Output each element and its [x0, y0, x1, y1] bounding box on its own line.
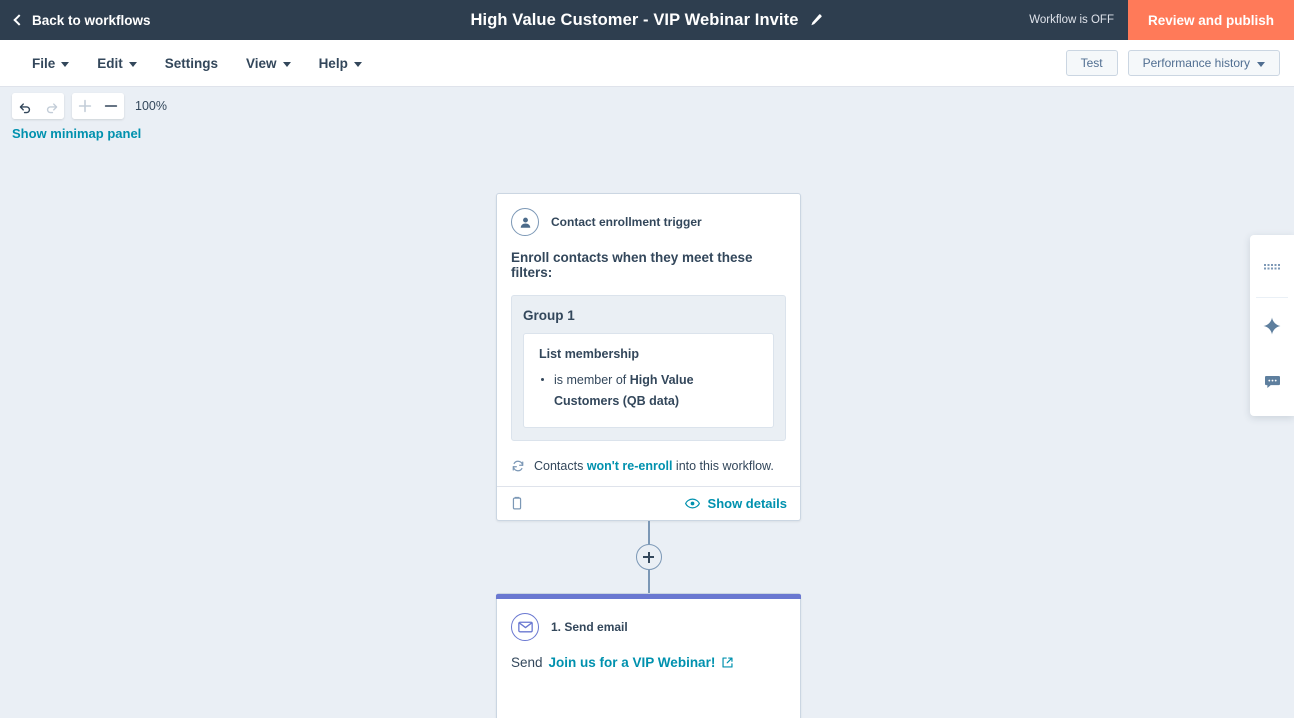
menu-settings[interactable]: Settings — [151, 50, 232, 77]
chevron-left-icon — [13, 14, 25, 26]
canvas-zoom-tools: 100% — [12, 93, 167, 119]
zoom-level-label: 100% — [135, 99, 167, 113]
workflow-canvas[interactable]: 100% Show minimap panel Contact enrollme… — [0, 87, 1294, 718]
reenroll-text: Contacts won't re-enroll into this workf… — [534, 459, 774, 473]
page-title: High Value Customer - VIP Webinar Invite — [470, 10, 799, 29]
right-tool-panel — [1250, 235, 1294, 416]
refresh-icon — [511, 459, 525, 473]
reenroll-suffix: into this workflow. — [672, 459, 774, 474]
apps-grid-button[interactable] — [1250, 241, 1294, 297]
menu-settings-label: Settings — [164, 55, 219, 71]
filter-condition-prefix: is member of — [554, 373, 630, 387]
status-badge: Workflow is OFF — [1029, 14, 1114, 26]
menu-view-label: View — [246, 55, 277, 71]
performance-history-button[interactable]: Performance history — [1127, 50, 1280, 76]
chat-bubble-icon — [1264, 375, 1281, 390]
enrollment-trigger-card[interactable]: Contact enrollment trigger Enroll contac… — [496, 193, 801, 522]
zoom-controls — [72, 93, 124, 119]
menu-file[interactable]: File — [18, 50, 83, 77]
chevron-down-icon — [282, 61, 291, 67]
filter-property-name: List membership — [539, 347, 640, 361]
email-card-spacer — [497, 670, 800, 718]
reenroll-highlight: won't re-enroll — [586, 459, 673, 474]
trigger-card-footer: Show details — [497, 486, 800, 520]
external-link-icon[interactable] — [721, 656, 734, 669]
zoom-out-button[interactable] — [98, 93, 124, 119]
email-name-link[interactable]: Join us for a VIP Webinar! — [549, 655, 716, 670]
connector-1 — [496, 521, 801, 594]
connector-line — [647, 570, 650, 594]
menu-bar: File Edit Settings View Help Test Perfor… — [0, 40, 1294, 87]
back-to-workflows-link[interactable]: Back to workflows — [0, 13, 151, 28]
show-minimap-link[interactable]: Show minimap panel — [12, 126, 141, 141]
menu-help[interactable]: Help — [305, 50, 376, 77]
redo-button[interactable] — [38, 93, 64, 119]
filter-condition-item: is member of High Value Customers (QB da… — [539, 370, 758, 411]
filter-condition-list: is member of High Value Customers (QB da… — [539, 370, 758, 411]
connector-line — [647, 521, 650, 545]
chevron-down-icon — [128, 61, 137, 67]
email-card-header: 1. Send email — [497, 599, 800, 642]
contact-person-icon — [511, 208, 539, 236]
pencil-icon[interactable] — [808, 13, 823, 28]
reenroll-prefix: Contacts — [534, 459, 587, 474]
chevron-down-icon — [353, 61, 362, 67]
trigger-show-details-label: Show details — [707, 496, 787, 512]
top-bar: Back to workflows High Value Customer - … — [0, 0, 1294, 40]
ai-assistant-button[interactable] — [1250, 298, 1294, 354]
undo-button[interactable] — [12, 93, 38, 119]
zoom-in-button[interactable] — [72, 93, 98, 119]
chat-button[interactable] — [1250, 354, 1294, 410]
chevron-down-icon — [61, 61, 70, 67]
chevron-down-icon — [1257, 61, 1265, 67]
back-to-workflows-label: Back to workflows — [32, 12, 151, 28]
top-bar-right: Workflow is OFF Review and publish — [1029, 0, 1294, 40]
filter-criterion[interactable]: List membership is member of High Value … — [523, 333, 774, 429]
envelope-icon — [511, 613, 539, 642]
menu-view[interactable]: View — [232, 50, 305, 77]
test-button[interactable]: Test — [1065, 50, 1118, 76]
trigger-footer-actions — [510, 496, 524, 511]
trigger-filters-label: Enroll contacts when they meet these fil… — [511, 250, 753, 280]
trigger-card-header: Contact enrollment trigger — [497, 194, 800, 236]
menu-help-label: Help — [318, 55, 348, 71]
filter-group-title: Group 1 — [523, 308, 575, 323]
history-controls — [12, 93, 64, 119]
reenrollment-status: Contacts won't re-enroll into this workf… — [497, 441, 800, 486]
review-and-publish-button[interactable]: Review and publish — [1127, 0, 1294, 40]
trigger-card-body: Enroll contacts when they meet these fil… — [497, 236, 800, 442]
trigger-show-details-button[interactable]: Show details — [684, 496, 787, 512]
filter-group-1[interactable]: Group 1 List membership is member of Hig… — [511, 295, 786, 442]
trigger-card-title: Contact enrollment trigger — [551, 215, 702, 229]
email-send-prefix: Send — [511, 655, 543, 671]
sparkle-ai-icon — [1262, 316, 1282, 336]
test-button-label: Test — [1080, 56, 1103, 70]
menu-bar-right: Test Performance history — [1065, 50, 1280, 76]
menu-file-label: File — [32, 55, 56, 71]
menu-edit[interactable]: Edit — [83, 50, 151, 77]
send-email-action-card[interactable]: 1. Send email Send Join us for a VIP Web… — [496, 593, 801, 718]
email-card-title: 1. Send email — [551, 620, 628, 635]
add-action-button-1[interactable] — [635, 544, 662, 571]
menu-edit-label: Edit — [97, 55, 123, 71]
clipboard-icon[interactable] — [510, 496, 524, 511]
apps-grid-icon — [1264, 264, 1280, 274]
eye-icon — [684, 498, 700, 509]
email-summary-line: Send Join us for a VIP Webinar! — [497, 641, 800, 670]
performance-history-label: Performance history — [1142, 56, 1250, 70]
workflow-flow: Contact enrollment trigger Enroll contac… — [496, 87, 801, 718]
